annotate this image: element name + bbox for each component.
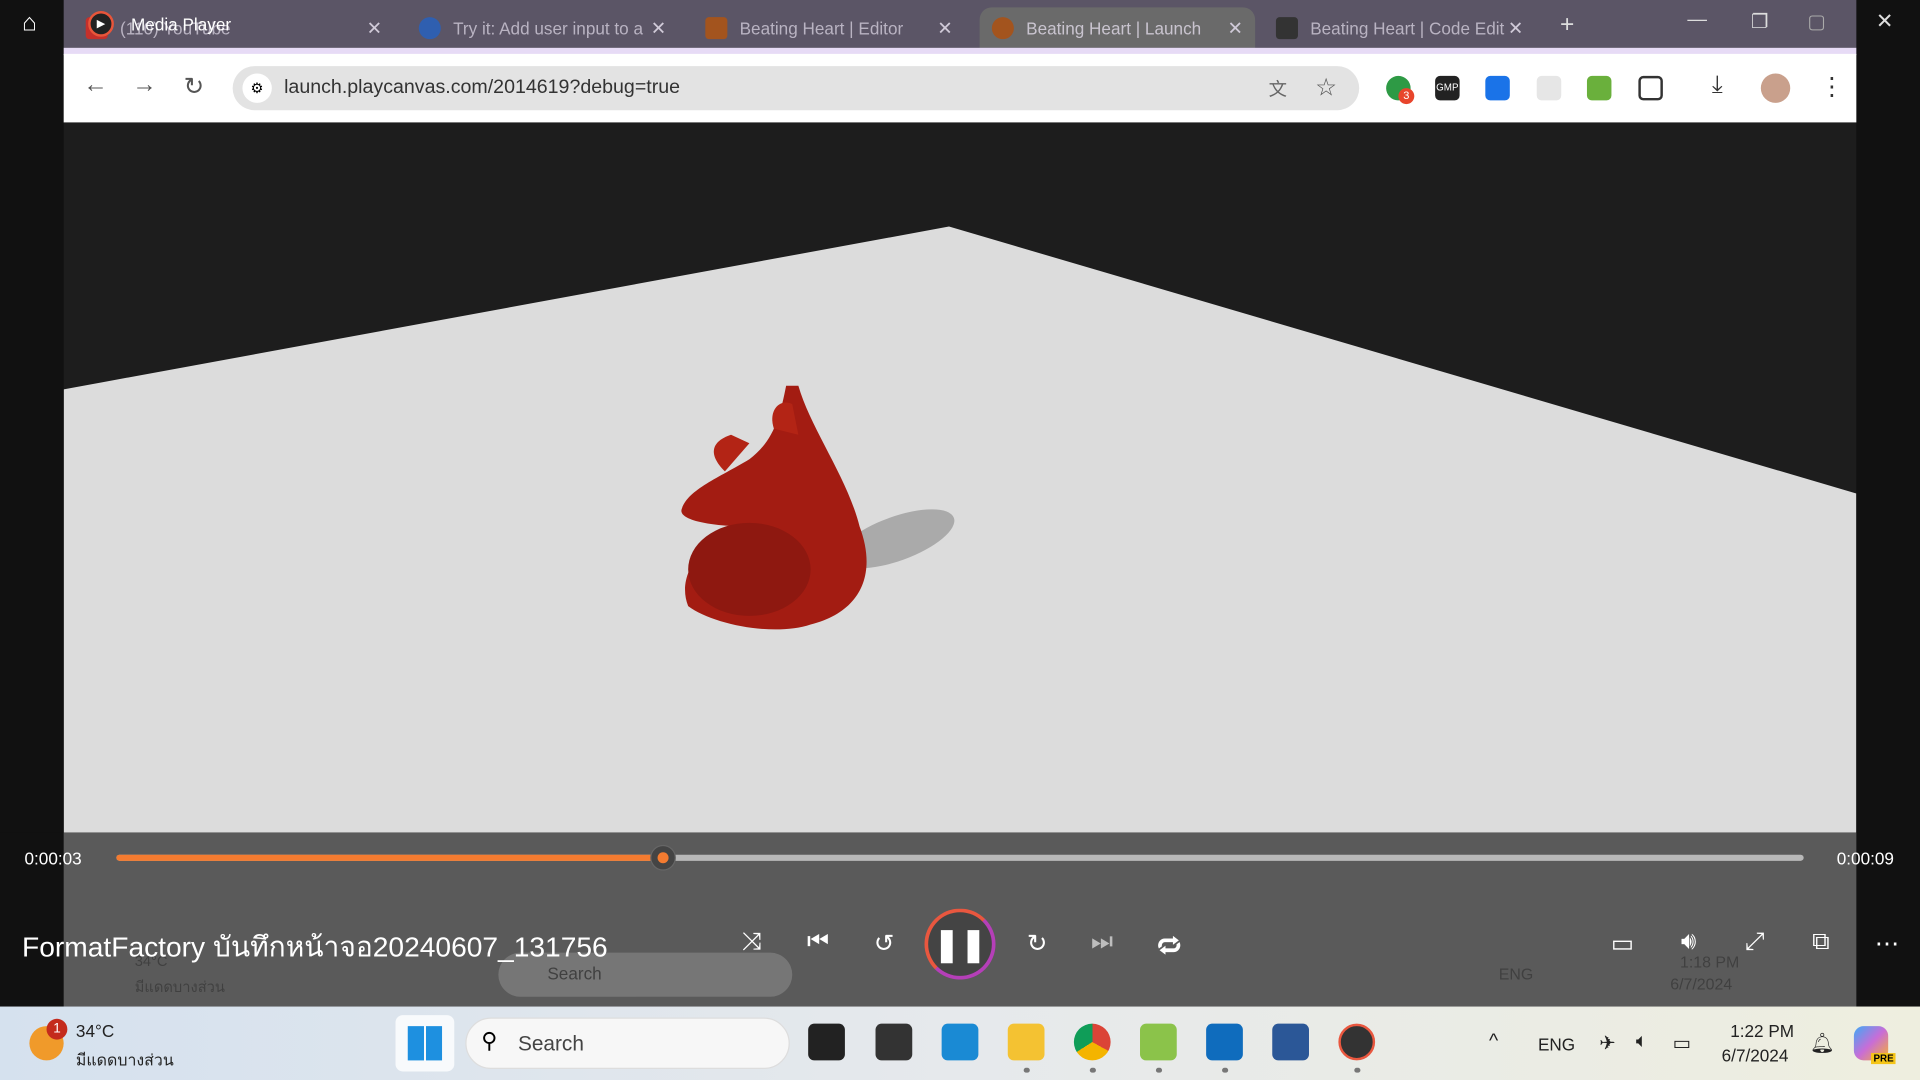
language-indicator[interactable]: ENG [1538,1035,1575,1055]
tab-launch[interactable]: Beating Heart | Launch ✕ [979,7,1256,48]
url-text[interactable]: launch.playcanvas.com/2014619?debug=true [284,77,680,99]
media-player-taskbar-icon[interactable] [1338,1023,1376,1061]
forward-button[interactable]: → [132,71,156,99]
seek-bar-progress [116,854,664,861]
fullscreen-button[interactable]: ⤢ [1736,928,1773,956]
bookmark-star-icon[interactable]: ☆ [1315,72,1337,103]
search-placeholder: Search [517,1032,584,1056]
terminal-icon[interactable] [875,1023,913,1061]
floor-plane [63,226,1857,833]
ghost-weather: มีแดดบางส่วน [134,978,225,996]
more-options-button[interactable]: ⋯ [1869,928,1906,959]
extension-badge: 3 [1398,88,1415,105]
vscode-icon[interactable] [941,1023,979,1061]
task-view-icon[interactable] [808,1023,845,1061]
video-canvas[interactable] [63,122,1857,833]
volume-icon[interactable]: 🔈︎ [1636,1031,1648,1053]
running-indicator [1354,1067,1361,1073]
extensions-puzzle-icon[interactable] [1638,75,1663,101]
3d-scene [63,226,1857,833]
tray-overflow-button[interactable]: ^ [1489,1031,1498,1053]
tab-label: Beating Heart | Launch [1026,17,1202,38]
volume-button[interactable]: 🔊︎ [1670,928,1707,956]
back-button[interactable]: ← [83,71,107,99]
running-indicator [1155,1067,1163,1073]
shuffle-button[interactable]: ⤨ [733,928,770,956]
weather-badge: 1 [46,1018,68,1040]
close-icon[interactable]: ✕ [937,17,952,39]
extension-grey-icon[interactable] [1536,75,1562,101]
clock-date[interactable]: 6/7/2024 [1722,1046,1789,1066]
running-indicator [1222,1067,1229,1073]
close-window-button[interactable]: ✕ [1876,10,1893,34]
copilot-badge: PRE [1871,1053,1897,1065]
tab-strip: (110) YouTube ✕ Try it: Add user input to… [63,0,1857,48]
windows-logo-icon [407,1026,443,1061]
reload-button[interactable]: ↻ [184,71,205,102]
repeat-off-button[interactable]: 🔁︎ [1151,928,1188,964]
weather-temp[interactable]: 34°C [76,1021,114,1041]
ghost-lang: ENG [1498,964,1534,984]
media-player-icon: ▶ [88,11,114,37]
file-explorer-icon[interactable] [1007,1023,1045,1061]
tab-label: Beating Heart | Editor [739,17,904,38]
airplane-icon[interactable]: ✈ [1599,1031,1615,1055]
profile-avatar[interactable] [1760,73,1791,103]
close-icon[interactable]: ✕ [651,17,666,39]
notepad-icon[interactable] [1140,1023,1177,1061]
maximize-button[interactable]: ▢ [1807,10,1826,34]
subtitles-button[interactable]: ▭ [1604,928,1641,959]
tab-label: Try it: Add user input to a [453,17,644,38]
tab-youtube[interactable]: (110) YouTube ✕ [73,7,394,47]
running-indicator [1023,1067,1030,1073]
word-icon[interactable] [1272,1023,1309,1061]
translate-icon[interactable]: 文 [1269,76,1287,102]
mini-player-button[interactable]: ⧉ [1802,928,1839,956]
skip-forward-30-button[interactable]: ↻ [1019,928,1056,959]
outlook-icon[interactable] [1206,1023,1243,1061]
camera-extension-icon[interactable] [1485,75,1510,101]
chrome-icon[interactable] [1073,1023,1111,1061]
home-button[interactable]: ⌂ [22,10,37,38]
current-time: 0:00:03 [24,848,82,869]
media-player-title: Media Player [131,14,232,35]
video-title: FormatFactory บันทึกหน้าจอ20240607_13175… [22,930,608,963]
browser-toolbar: ← → ↻ ⚙ launch.playcanvas.com/2014619?de… [63,53,1857,123]
running-indicator [1089,1067,1096,1073]
weather-desc[interactable]: มีแดดบางส่วน [76,1047,174,1073]
address-bar[interactable]: ⚙ launch.playcanvas.com/2014619?debug=tr… [232,66,1360,111]
tab-label: Beating Heart | Code Edit [1310,17,1505,38]
tab-code-editor[interactable]: Beating Heart | Code Edit ✕ [1264,7,1536,47]
download-icon[interactable]: ⤓ [1712,71,1723,99]
previous-button[interactable]: ⏮ [800,928,837,956]
gmp-label: GMP [1436,82,1459,94]
next-button[interactable]: ⏭ [1084,928,1121,956]
minimize-button[interactable]: — [1687,10,1707,32]
close-icon[interactable]: ✕ [367,17,382,39]
restore-button[interactable]: ❐ [1751,10,1769,34]
ghost-date: 6/7/2024 [1670,974,1733,994]
gmp-extension-icon[interactable]: GMP [1435,75,1460,101]
battery-icon[interactable]: ▭ [1673,1031,1692,1055]
notification-bell-icon[interactable]: 🔔︎ [1810,1031,1835,1055]
close-icon[interactable]: ✕ [1508,17,1523,39]
tab-try-it[interactable]: Try it: Add user input to a ✕ [407,7,679,47]
taskbar-search[interactable]: ⚲ Search [465,1017,790,1069]
clock-time[interactable]: 1:22 PM [1730,1021,1794,1041]
total-time: 0:00:09 [1836,848,1894,869]
menu-kebab-icon[interactable]: ⋮ [1820,71,1844,102]
close-icon[interactable]: ✕ [1227,17,1242,39]
print-extension-icon[interactable] [1586,75,1612,101]
skip-back-10-button[interactable]: ↺ [866,928,903,959]
pause-button[interactable]: ❚❚ [924,908,996,980]
site-settings-icon[interactable]: ⚙ [242,73,272,103]
search-icon: ⚲ [481,1028,498,1054]
new-tab-button[interactable]: + [1560,11,1574,39]
tab-editor[interactable]: Beating Heart | Editor ✕ [693,7,965,47]
